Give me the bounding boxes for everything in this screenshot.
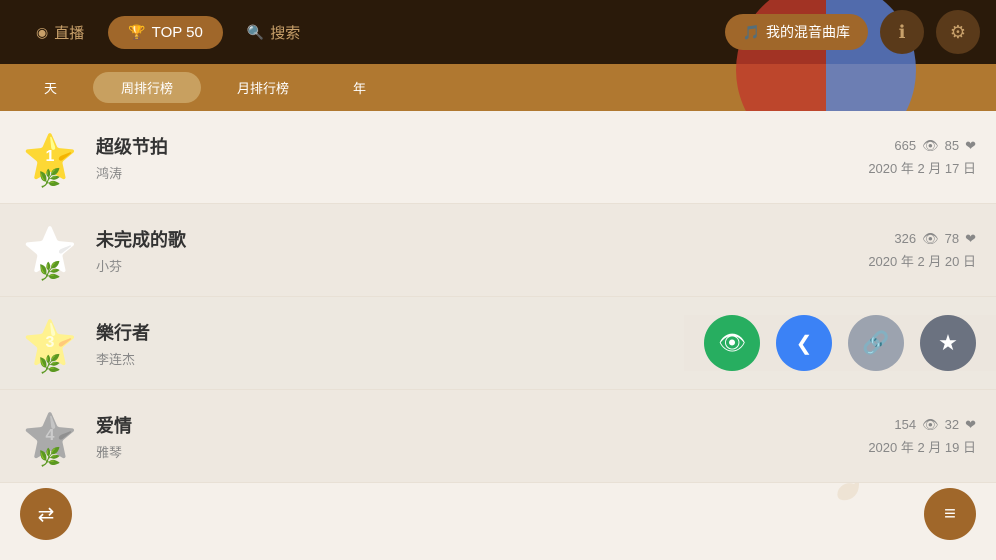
- share-icon: ❮: [796, 331, 813, 356]
- date-1: 2020 年 2 月 17 日: [868, 157, 976, 180]
- my-library-button[interactable]: 🎵 我的混音曲库: [725, 14, 868, 50]
- rank-number-3: 3: [46, 334, 55, 352]
- view-count-1: 665: [894, 134, 916, 157]
- eye-icon-1: 👁: [922, 134, 939, 157]
- view-count-2: 326: [894, 227, 916, 250]
- top-nav: ◉ 直播 🏆 TOP 50 🔍 搜索 🎵 我的混音曲库 ℹ ⚙: [0, 0, 996, 64]
- star-button[interactable]: ★: [920, 315, 976, 371]
- rank-badge-3: ⭐ 3 🌿: [20, 313, 80, 373]
- song-title-1: 超级节拍: [96, 133, 868, 159]
- song-stats-2: 326 👁 78 ❤ 2020 年 2 月 20 日: [868, 227, 976, 274]
- live-label: 直播: [54, 22, 84, 43]
- link-icon: 🔗: [862, 330, 889, 356]
- song-stats-4: 154 👁 32 ❤ 2020 年 2 月 19 日: [868, 413, 976, 460]
- song-artist-3: 李连杰: [96, 349, 684, 368]
- view-button[interactable]: 👁: [704, 315, 760, 371]
- like-count-1: 85: [945, 134, 959, 157]
- rank-laurel-3: 🌿: [20, 354, 80, 375]
- eye-icon-4: 👁: [922, 413, 939, 436]
- rank-number-2: 2: [46, 241, 55, 259]
- song-stats-1: 665 👁 85 ❤ 2020 年 2 月 17 日: [868, 134, 976, 181]
- search-icon: 🔍: [247, 24, 264, 41]
- song-artist-2: 小芬: [96, 256, 868, 275]
- settings-button[interactable]: ⚙: [936, 10, 980, 54]
- rank-badge-1: ⭐ 1 🌿: [20, 127, 80, 187]
- song-title-3: 樂行者: [96, 319, 684, 345]
- app-container: ♪ ♩ ◉ 直播 🏆 TOP 50 🔍 搜索 🎵 我的混音曲库 ℹ ⚙: [0, 0, 996, 560]
- date-2: 2020 年 2 月 20 日: [868, 250, 976, 273]
- song-title-4: 爱情: [96, 412, 868, 438]
- subtab-day-label: 天: [44, 81, 57, 96]
- like-count-4: 32: [945, 413, 959, 436]
- rank-laurel-1: 🌿: [20, 168, 80, 189]
- tab-top50[interactable]: 🏆 TOP 50: [108, 16, 223, 49]
- song-info-3: 樂行者 李连杰: [96, 319, 684, 368]
- search-label: 搜索: [270, 22, 300, 43]
- rank-badge-2: ⭐ 2 🌿: [20, 220, 80, 280]
- subtab-week-label: 周排行榜: [121, 81, 173, 96]
- rank-laurel-4: 🌿: [20, 447, 80, 468]
- rank-number-4: 4: [46, 427, 55, 445]
- top50-label: TOP 50: [152, 24, 203, 41]
- song-info-1: 超级节拍 鸿涛: [96, 133, 868, 182]
- like-count-2: 78: [945, 227, 959, 250]
- rank-item-2[interactable]: ⭐ 2 🌿 未完成的歌 小芬 326 👁 78 ❤ 2020 年 2 月 20 …: [0, 204, 996, 297]
- share-button[interactable]: ❮: [776, 315, 832, 371]
- heart-icon-1: ❤: [965, 134, 976, 157]
- song-info-4: 爱情 雅琴: [96, 412, 868, 461]
- view-count-4: 154: [894, 413, 916, 436]
- trophy-icon: 🏆: [128, 24, 145, 41]
- star-action-icon: ★: [938, 330, 958, 356]
- song-artist-1: 鸿涛: [96, 163, 868, 182]
- shuffle-button[interactable]: ⇄: [20, 488, 72, 540]
- subtab-month-label: 月排行榜: [237, 81, 289, 96]
- playlist-button[interactable]: ≡: [924, 488, 976, 540]
- rank-item-4[interactable]: ⭐ 4 🌿 爱情 雅琴 154 👁 32 ❤ 2020 年 2 月 19 日: [0, 390, 996, 483]
- rank-number-1: 1: [46, 148, 55, 166]
- tab-search[interactable]: 🔍 搜索: [227, 14, 320, 51]
- shuffle-icon: ⇄: [38, 502, 55, 527]
- playlist-icon: ≡: [944, 503, 956, 526]
- my-library-label: 我的混音曲库: [766, 22, 850, 42]
- subtab-year-label: 年: [353, 81, 366, 96]
- subtab-month[interactable]: 月排行榜: [209, 72, 317, 103]
- eye-action-icon: 👁: [718, 330, 746, 356]
- gear-icon: ⚙: [950, 22, 966, 43]
- song-info-2: 未完成的歌 小芬: [96, 226, 868, 275]
- rank-badge-4: ⭐ 4 🌿: [20, 406, 80, 466]
- rank-laurel-2: 🌿: [20, 261, 80, 282]
- info-icon: ℹ: [899, 22, 906, 43]
- link-button[interactable]: 🔗: [848, 315, 904, 371]
- song-artist-4: 雅琴: [96, 442, 868, 461]
- subtab-year[interactable]: 年: [325, 72, 394, 103]
- sub-tabs-bar: 天 周排行榜 月排行榜 年: [0, 64, 996, 111]
- live-icon: ◉: [36, 24, 48, 41]
- rank-item-3[interactable]: ⭐ 3 🌿 樂行者 李连杰 👁 ❮ 🔗: [0, 297, 996, 390]
- subtab-week[interactable]: 周排行榜: [93, 72, 201, 103]
- music-note-icon: 🎵: [743, 24, 760, 41]
- eye-icon-2: 👁: [922, 227, 939, 250]
- heart-icon-4: ❤: [965, 413, 976, 436]
- rank-item-1[interactable]: ⭐ 1 🌿 超级节拍 鸿涛 665 👁 85 ❤ 2020 年 2 月 17 日: [0, 111, 996, 204]
- info-button[interactable]: ℹ: [880, 10, 924, 54]
- heart-icon-2: ❤: [965, 227, 976, 250]
- song-title-2: 未完成的歌: [96, 226, 868, 252]
- date-4: 2020 年 2 月 19 日: [868, 436, 976, 459]
- action-buttons-panel: 👁 ❮ 🔗 ★: [684, 315, 996, 371]
- subtab-day[interactable]: 天: [16, 72, 85, 103]
- rankings-list: ⭐ 1 🌿 超级节拍 鸿涛 665 👁 85 ❤ 2020 年 2 月 17 日: [0, 111, 996, 560]
- tab-live[interactable]: ◉ 直播: [16, 14, 104, 51]
